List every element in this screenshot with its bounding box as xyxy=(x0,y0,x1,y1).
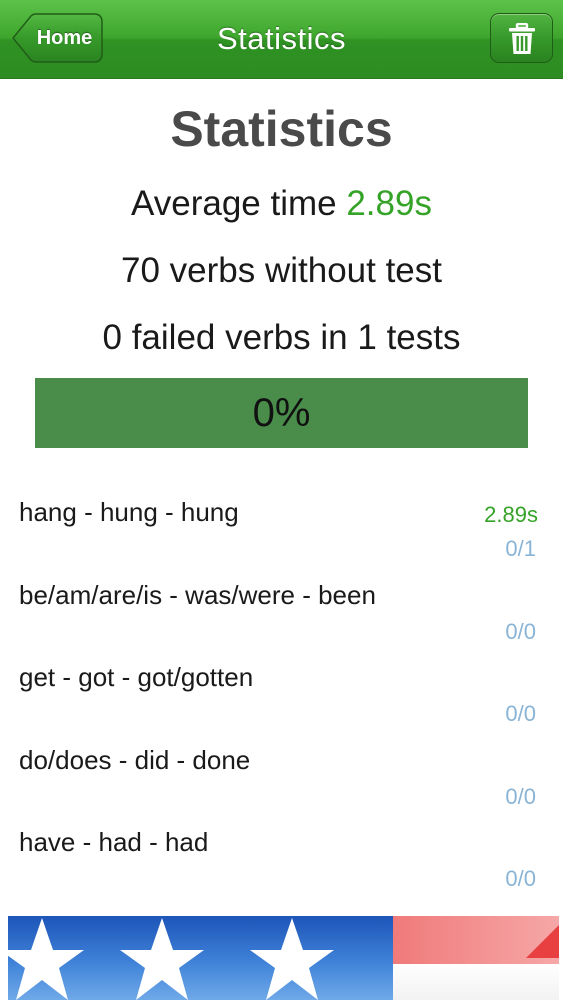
list-item[interactable]: get - got - got/gotten 0/0 xyxy=(0,645,563,728)
verb-forms: have - had - had xyxy=(19,827,209,857)
verb-score: 0/0 xyxy=(505,701,536,726)
flag-corner-icon xyxy=(526,925,559,958)
us-flag-banner xyxy=(8,916,559,1000)
verb-score: 0/0 xyxy=(505,618,536,644)
clear-statistics-button[interactable] xyxy=(490,13,553,63)
list-item[interactable]: do/does - did - done 0/0 xyxy=(0,728,563,811)
home-button[interactable]: Home xyxy=(10,13,103,63)
verb-score: 0/0 xyxy=(505,783,536,809)
verb-forms: be/am/are/is - was/were - been xyxy=(19,579,376,610)
star-icon xyxy=(120,918,204,1000)
page-title: Statistics xyxy=(170,101,393,157)
navigation-bar: Statistics Home xyxy=(0,0,563,79)
average-time: Average time 2.89s xyxy=(0,184,563,224)
success-progress-bar: 0% xyxy=(35,378,528,448)
flag-white-stripe xyxy=(393,964,559,1000)
verb-score: 0/0 xyxy=(505,866,536,891)
star-icon xyxy=(8,918,84,1000)
list-item[interactable]: have - had - had 0/0 xyxy=(0,810,563,893)
progress-percentage: 0% xyxy=(252,391,311,435)
trash-icon xyxy=(509,23,535,54)
star-icon xyxy=(250,918,334,1000)
verb-forms: do/does - did - done xyxy=(19,744,251,775)
list-item[interactable]: be/am/are/is - was/were - been 0/0 xyxy=(0,563,563,646)
verb-list: hang - hung - hung 2.89s 0/1 be/am/are/i… xyxy=(0,480,563,893)
list-item[interactable]: hang - hung - hung 2.89s 0/1 xyxy=(0,480,563,563)
verb-score: 0/1 xyxy=(505,536,536,561)
failed-verbs-summary: 0 failed verbs in 1 tests xyxy=(102,318,461,357)
average-time-label: Average time xyxy=(131,184,347,223)
verb-time: 2.89s xyxy=(484,502,538,527)
untested-verbs-count: 70 verbs without test xyxy=(121,251,442,290)
home-button-label: Home xyxy=(36,27,93,49)
verb-forms: hang - hung - hung xyxy=(19,497,239,527)
average-time-value: 2.89s xyxy=(346,184,432,223)
verb-forms: get - got - got/gotten xyxy=(19,662,254,692)
